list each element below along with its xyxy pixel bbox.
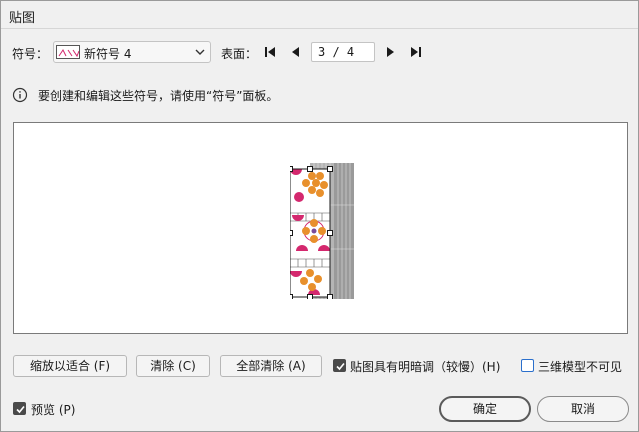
preview-checkbox[interactable] <box>13 402 26 415</box>
zoom-to-fit-button[interactable]: 缩放以适合 (F) <box>13 355 127 377</box>
surface-label: 表面： <box>221 47 258 61</box>
info-circle-icon <box>12 87 28 103</box>
cancel-button[interactable]: 取消 <box>537 396 629 422</box>
symbol-dropdown[interactable]: 新符号 4 <box>53 41 211 63</box>
symbol-selected-value: 新符号 4 <box>84 47 132 61</box>
next-icon[interactable] <box>383 45 397 59</box>
preview-label: 预览 (P) <box>31 403 76 417</box>
mapped-art-preview[interactable] <box>290 163 354 299</box>
invisible-geometry-checkbox[interactable] <box>521 359 534 372</box>
dialog-title: 贴图 <box>9 11 36 26</box>
symbol-thumbnail <box>56 45 80 59</box>
ok-button[interactable]: 确定 <box>439 396 531 422</box>
info-message: 要创建和编辑这些符号，请使用“符号”面板。 <box>38 89 279 103</box>
shade-artwork-checkbox[interactable] <box>333 359 346 372</box>
title-bar[interactable]: 贴图 <box>1 1 638 29</box>
last-page-icon[interactable] <box>409 45 423 59</box>
symbol-label: 符号： <box>12 47 49 61</box>
art-preview-pane[interactable] <box>13 122 628 334</box>
clear-button[interactable]: 清除 (C) <box>136 355 210 377</box>
map-art-dialog: 贴图 符号： 新符号 4 表面： 3 / 4 要创建和编辑这些符号，请使用“符号… <box>0 0 639 432</box>
previous-icon[interactable] <box>289 45 303 59</box>
surface-field[interactable]: 3 / 4 <box>311 42 375 62</box>
surface-value: 3 / 4 <box>318 45 355 59</box>
shade-artwork-label: 贴图具有明暗调（较慢）(H) <box>350 360 501 374</box>
first-page-icon[interactable] <box>263 45 277 59</box>
invisible-geometry-label: 三维模型不可见 <box>538 360 623 374</box>
chevron-down-icon <box>194 45 206 59</box>
clear-all-button[interactable]: 全部清除 (A) <box>220 355 322 377</box>
